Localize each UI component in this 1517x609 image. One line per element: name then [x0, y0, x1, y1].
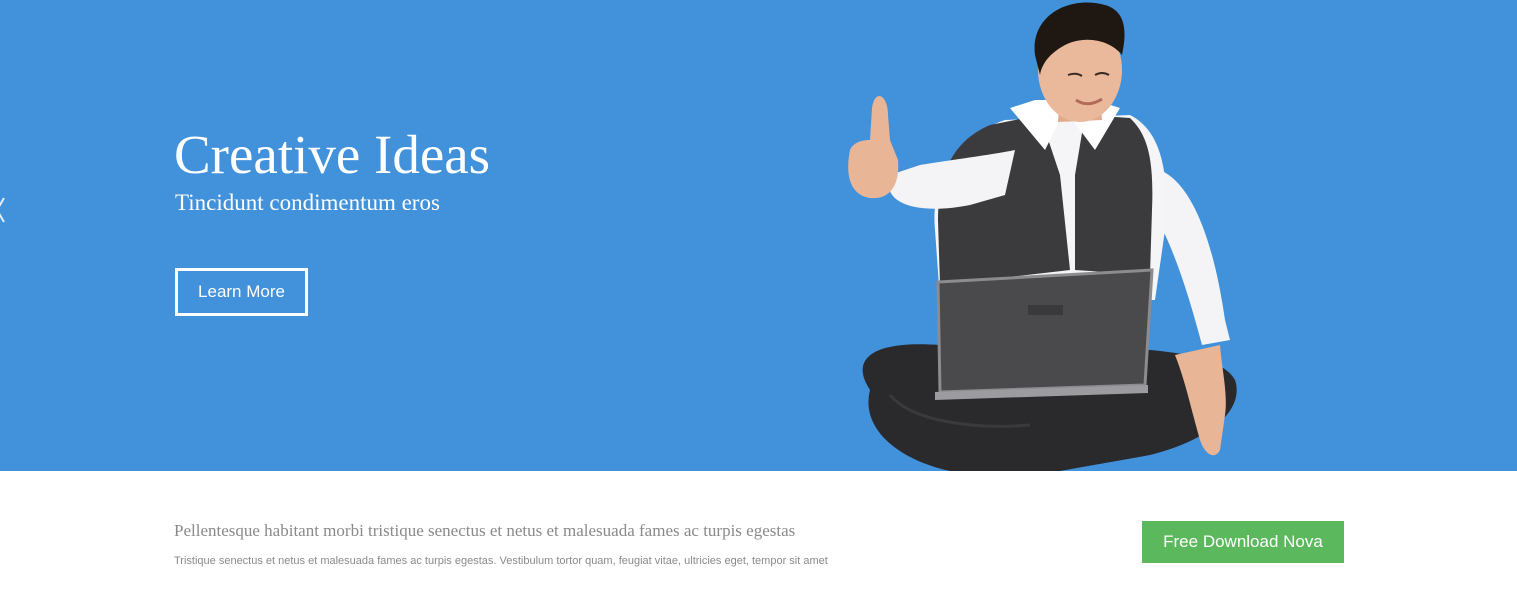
learn-more-button[interactable]: Learn More	[175, 268, 308, 316]
free-download-button[interactable]: Free Download Nova	[1142, 521, 1344, 563]
hero-title: Creative Ideas	[174, 124, 491, 185]
cta-text: Tristique senectus et netus et malesuada…	[174, 555, 828, 567]
hero-person-image	[848, 2, 1237, 471]
hero-subtitle: Tincidunt condimentum eros	[175, 190, 440, 215]
hero-slider: Creative Ideas Tincidunt condimentum ero…	[0, 0, 1517, 471]
chevron-left-icon[interactable]	[0, 196, 6, 224]
cta-heading: Pellentesque habitant morbi tristique se…	[174, 521, 796, 540]
